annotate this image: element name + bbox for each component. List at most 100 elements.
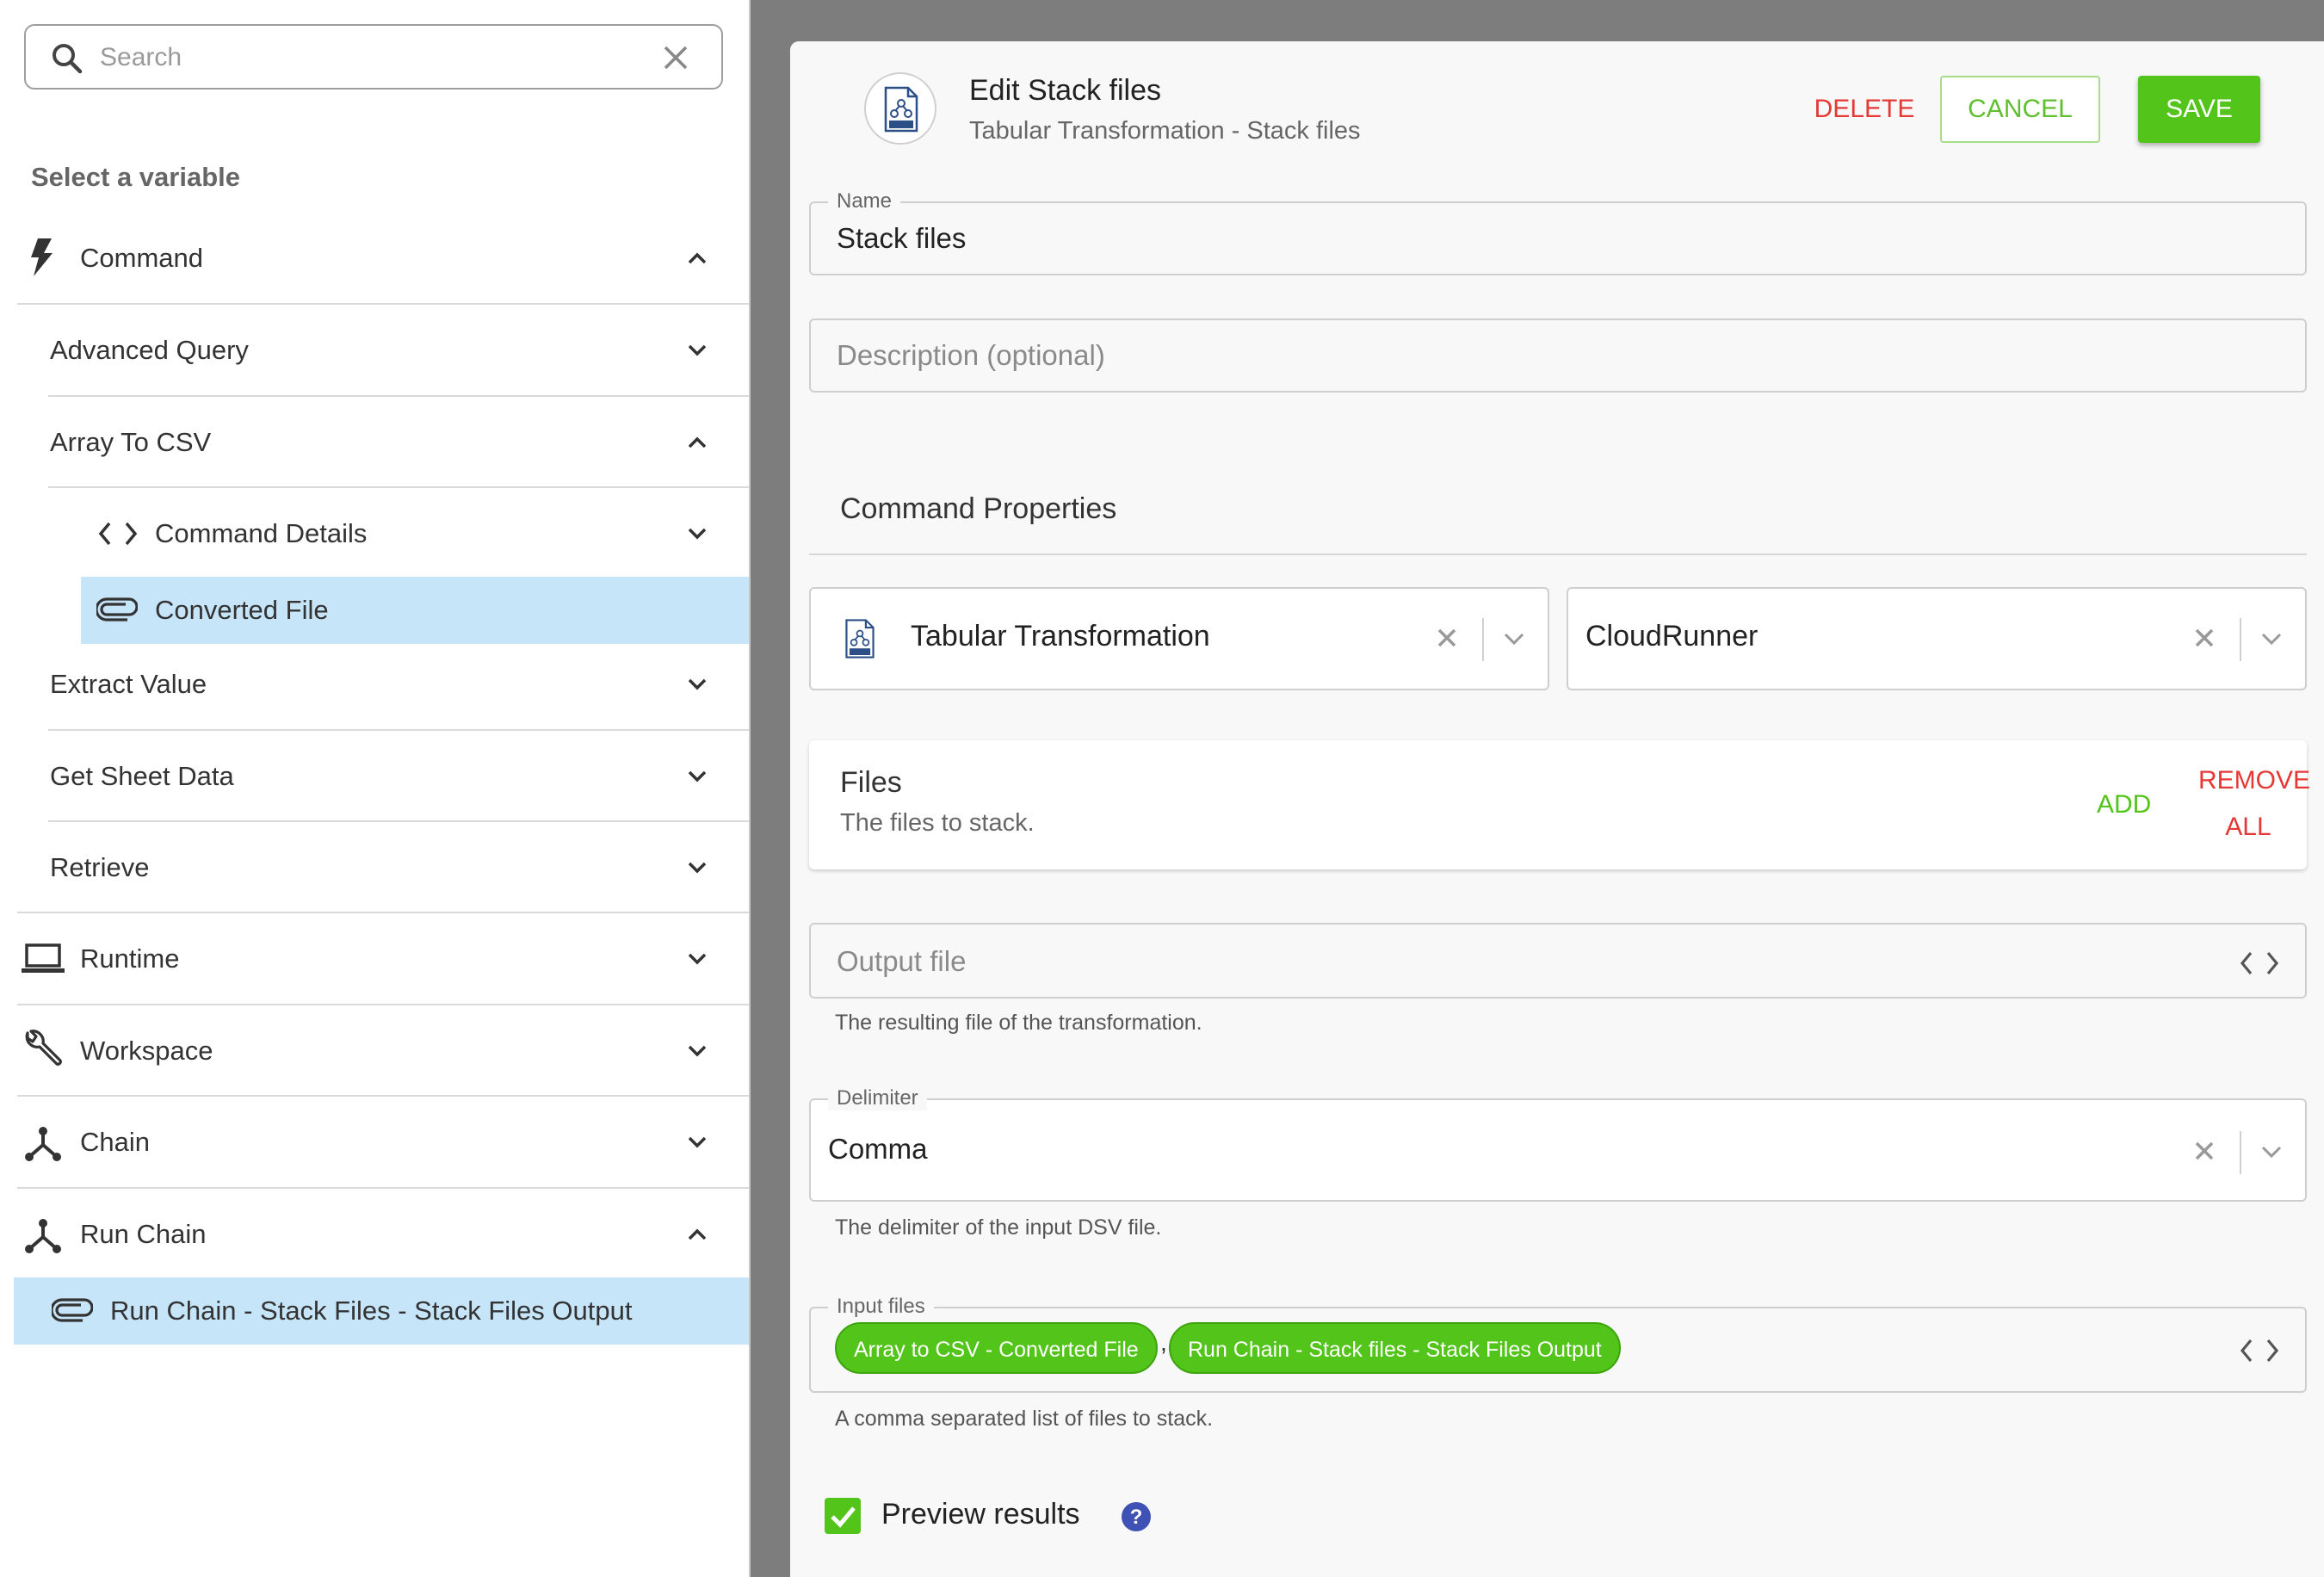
sidebar-item-label: Run Chain - Stack Files - Stack Files Ou… bbox=[110, 1296, 633, 1326]
page-title: Edit Stack files bbox=[969, 74, 1161, 107]
output-file-placeholder: Output file bbox=[837, 945, 967, 977]
input-file-chip[interactable]: Run Chain - Stack files - Stack Files Ou… bbox=[1169, 1322, 1621, 1374]
chevron-up-icon bbox=[687, 1224, 708, 1245]
command-select[interactable]: Tabular Transformation bbox=[809, 587, 1549, 690]
sidebar-item-label: Retrieve bbox=[50, 852, 150, 882]
name-field-value: Stack files bbox=[837, 222, 967, 254]
sidebar-item-array-to-csv[interactable]: Array To CSV bbox=[48, 397, 749, 488]
paperclip-icon bbox=[52, 1298, 93, 1322]
command-select-value: Tabular Transformation bbox=[911, 620, 1210, 652]
edit-panel: Edit Stack files Tabular Transformation … bbox=[790, 41, 2324, 1577]
file-tab-icon bbox=[882, 86, 920, 133]
input-files-helper: A comma separated list of files to stack… bbox=[835, 1407, 1214, 1431]
chevron-down-icon[interactable] bbox=[1503, 630, 1525, 647]
sidebar-item-label: Command bbox=[80, 243, 203, 273]
help-icon[interactable]: ? bbox=[1121, 1501, 1152, 1532]
divider bbox=[1482, 618, 1484, 661]
divider bbox=[809, 553, 2307, 555]
sidebar-item-label: Converted File bbox=[155, 595, 329, 625]
preview-checkbox[interactable] bbox=[825, 1498, 861, 1534]
sidebar-item-extract-value[interactable]: Extract Value bbox=[48, 639, 749, 730]
sidebar-item-label: Run Chain bbox=[80, 1219, 207, 1249]
variable-sidebar: Select a variable Command Advanced Query… bbox=[0, 0, 751, 1577]
chevron-down-icon[interactable] bbox=[2260, 630, 2283, 647]
code-icon[interactable] bbox=[2240, 1338, 2279, 1364]
chevron-down-icon bbox=[687, 1132, 708, 1153]
chevron-down-icon bbox=[687, 766, 708, 787]
sidebar-item-label: Workspace bbox=[80, 1036, 213, 1066]
input-files-label: Input files bbox=[828, 1295, 934, 1319]
search-box bbox=[24, 24, 723, 90]
sidebar-item-label: Advanced Query bbox=[50, 335, 249, 365]
runner-select-value: CloudRunner bbox=[1585, 620, 1758, 652]
cancel-button[interactable]: CANCEL bbox=[1940, 76, 2100, 143]
delimiter-value: Comma bbox=[828, 1133, 928, 1165]
output-file-helper: The resulting file of the transformation… bbox=[835, 1011, 1202, 1035]
chevron-up-icon bbox=[687, 432, 708, 453]
page-subtitle: Tabular Transformation - Stack files bbox=[969, 117, 1361, 145]
sidebar-item-advanced-query[interactable]: Advanced Query bbox=[48, 305, 749, 396]
search-input[interactable] bbox=[98, 38, 652, 77]
sidebar-item-command-details[interactable]: Command Details bbox=[81, 488, 749, 579]
command-avatar bbox=[864, 72, 936, 145]
sidebar-heading: Select a variable bbox=[31, 162, 240, 192]
runner-select[interactable]: CloudRunner bbox=[1567, 587, 2307, 690]
sidebar-item-chain[interactable]: Chain bbox=[17, 1097, 749, 1188]
sidebar-item-run-chain-output[interactable]: Run Chain - Stack Files - Stack Files Ou… bbox=[14, 1277, 749, 1345]
close-icon[interactable] bbox=[663, 45, 689, 71]
divider bbox=[2240, 1131, 2241, 1174]
chip-separator: , bbox=[1160, 1329, 1167, 1356]
preview-results-label: Preview results bbox=[881, 1498, 1080, 1531]
sidebar-item-get-sheet-data[interactable]: Get Sheet Data bbox=[48, 731, 749, 822]
description-placeholder: Description (optional) bbox=[837, 339, 1105, 371]
paperclip-icon bbox=[96, 597, 138, 622]
delete-button[interactable]: DELETE bbox=[1785, 76, 1944, 143]
chevron-down-icon bbox=[687, 340, 708, 361]
files-card: Files The files to stack. ADD REMOVE ALL bbox=[809, 740, 2310, 869]
files-description: The files to stack. bbox=[840, 809, 1035, 837]
search-icon bbox=[50, 41, 84, 76]
chevron-down-icon bbox=[687, 949, 708, 969]
name-field[interactable]: Name Stack files bbox=[809, 189, 2307, 275]
sidebar-item-label: Command Details bbox=[155, 518, 368, 548]
chevron-down-icon bbox=[687, 523, 708, 544]
chevron-down-icon bbox=[687, 1041, 708, 1061]
sidebar-item-run-chain[interactable]: Run Chain bbox=[17, 1189, 749, 1280]
chevron-down-icon bbox=[687, 857, 708, 878]
files-title: Files bbox=[840, 766, 902, 799]
sidebar-item-label: Array To CSV bbox=[50, 427, 212, 457]
clear-icon[interactable] bbox=[2193, 1140, 2216, 1162]
command-properties-title: Command Properties bbox=[840, 492, 1117, 525]
check-icon bbox=[831, 1506, 856, 1528]
input-file-chip[interactable]: Array to CSV - Converted File bbox=[835, 1322, 1158, 1374]
sidebar-item-runtime[interactable]: Runtime bbox=[17, 913, 749, 1005]
input-files-field[interactable]: Input files Array to CSV - Converted Fil… bbox=[809, 1295, 2307, 1393]
delimiter-label: Delimiter bbox=[828, 1086, 927, 1110]
sidebar-item-retrieve[interactable]: Retrieve bbox=[48, 822, 749, 913]
wrench-icon bbox=[22, 1030, 64, 1071]
clear-icon[interactable] bbox=[2193, 627, 2216, 649]
fork-icon bbox=[24, 1216, 62, 1254]
code-icon[interactable] bbox=[2240, 950, 2279, 976]
laptop-icon bbox=[21, 943, 65, 975]
sidebar-item-converted-file[interactable]: Converted File bbox=[81, 577, 749, 644]
svg-text:?: ? bbox=[1130, 1506, 1143, 1529]
clear-icon[interactable] bbox=[1436, 627, 1458, 649]
delimiter-select[interactable]: Delimiter Comma bbox=[809, 1086, 2307, 1202]
add-file-button[interactable]: ADD bbox=[2097, 790, 2151, 819]
code-icon bbox=[98, 521, 138, 547]
sidebar-item-label: Runtime bbox=[80, 943, 180, 974]
chevron-up-icon bbox=[687, 248, 708, 269]
chevron-down-icon[interactable] bbox=[2260, 1143, 2283, 1160]
remove-all-button[interactable]: REMOVE ALL bbox=[2198, 758, 2310, 850]
output-file-field[interactable]: Output file bbox=[809, 923, 2307, 999]
file-tab-icon bbox=[844, 616, 876, 661]
save-button[interactable]: SAVE bbox=[2138, 76, 2260, 143]
sidebar-item-workspace[interactable]: Workspace bbox=[17, 1005, 749, 1097]
delimiter-helper: The delimiter of the input DSV file. bbox=[835, 1215, 1162, 1240]
description-field[interactable]: Description (optional) bbox=[809, 318, 2307, 393]
sidebar-item-command[interactable]: Command bbox=[17, 213, 749, 304]
sidebar-item-label: Chain bbox=[80, 1127, 150, 1157]
sidebar-item-label: Get Sheet Data bbox=[50, 761, 234, 791]
divider bbox=[2240, 618, 2241, 661]
